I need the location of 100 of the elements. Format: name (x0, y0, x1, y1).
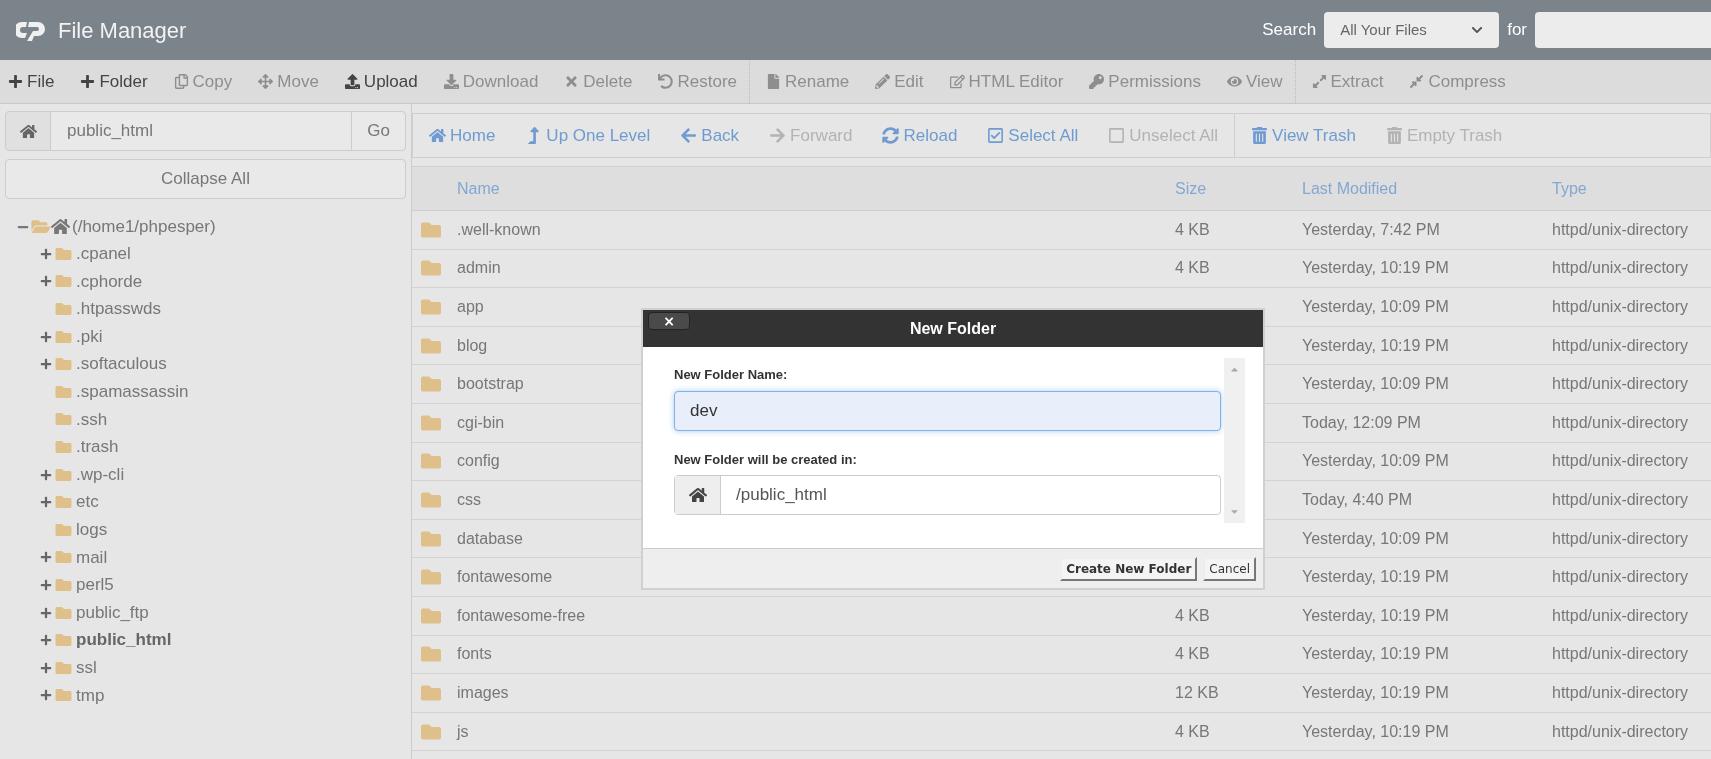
table-cell-text: Yesterday, 10:09 PM (1302, 528, 1450, 549)
table-cell-text: fontawesome-free (457, 605, 586, 626)
table-cell-text: httpd/unix-directory (1552, 451, 1690, 472)
for-label: for (1507, 19, 1527, 42)
search-scope-select[interactable]: All Your Files (1324, 12, 1500, 48)
undo-icon (658, 74, 674, 89)
expand-icon[interactable] (40, 496, 52, 509)
expand-icon[interactable] (40, 275, 52, 288)
expand-icon[interactable] (40, 358, 52, 371)
folder-name-field[interactable]: dev (674, 390, 1221, 431)
tree-item[interactable]: perl5 (76, 572, 114, 598)
tree-item[interactable]: public_ftp (76, 599, 149, 626)
tree-item[interactable]: .cpanel (76, 241, 131, 267)
table-cell-text: httpd/unix-directory (1552, 567, 1690, 588)
toolbar-button[interactable]: Folder (80, 68, 148, 95)
expand-icon[interactable] (40, 689, 52, 702)
toolbar-button[interactable]: Upload (344, 68, 418, 95)
tree-item[interactable]: logs (76, 517, 108, 543)
home-button[interactable] (5, 111, 51, 151)
path-field[interactable]: public_html (51, 111, 351, 151)
folder-icon (31, 218, 51, 235)
tree-item[interactable]: ssl (76, 654, 97, 681)
close-button[interactable]: × (648, 312, 690, 330)
column-header[interactable]: Name (457, 176, 1175, 201)
table-cell-text: blog (457, 335, 488, 356)
column-header[interactable]: Last Modified (1302, 176, 1552, 201)
folder-icon (419, 567, 443, 588)
location-field[interactable]: /public_html (674, 475, 1221, 515)
trash-icon (1385, 127, 1403, 144)
tree-item[interactable]: .spamassassin (76, 379, 189, 405)
nav-button[interactable]: Back (680, 122, 740, 149)
nav-button[interactable]: View Trash (1251, 122, 1356, 149)
table-cell-text: Yesterday, 10:19 PM (1302, 644, 1450, 665)
nav-button[interactable]: Select All (987, 122, 1079, 149)
folder-icon (54, 521, 73, 538)
column-header[interactable]: Type (1552, 176, 1711, 201)
nav-button[interactable]: Home (429, 122, 496, 149)
table-cell-text: httpd/unix-directory (1552, 335, 1690, 356)
expand-icon[interactable] (40, 661, 52, 674)
download-icon (443, 74, 459, 89)
table-cell-text: fontawesome (457, 567, 553, 588)
expand-icon[interactable] (40, 551, 52, 564)
expand-icon[interactable] (40, 468, 52, 481)
search-field[interactable] (1535, 12, 1711, 48)
checked-box-icon (987, 127, 1005, 144)
toolbar-button[interactable]: File (8, 68, 55, 95)
nav-button[interactable]: Up One Level (525, 122, 651, 149)
folder-icon (419, 451, 443, 472)
tree-item[interactable]: .htpasswds (76, 296, 162, 322)
folder-icon (54, 301, 73, 317)
table-cell-text: httpd/unix-directory (1552, 412, 1690, 433)
tree-item[interactable]: etc (76, 489, 99, 515)
expand-icon[interactable] (40, 247, 52, 260)
table-cell-text: httpd/unix-directory (1552, 219, 1690, 240)
table-cell-text: cgi-bin (457, 412, 505, 433)
table-cell: 4 KB (1175, 645, 1210, 663)
folder-icon (54, 659, 73, 676)
folder-icon (54, 494, 73, 511)
table-cell-text: Yesterday, 10:09 PM (1302, 297, 1450, 317)
go-button[interactable]: Go (351, 111, 406, 151)
tree-item[interactable]: .cphorde (76, 268, 143, 295)
folder-icon (419, 374, 443, 395)
column-header[interactable]: Size (1175, 176, 1302, 201)
table-cell-text: images (457, 682, 509, 703)
tree-item[interactable]: public_html (76, 627, 172, 653)
expand-icon[interactable] (40, 606, 52, 619)
tree-item[interactable]: .trash (76, 434, 119, 460)
table-cell-text: .well-known (457, 219, 541, 240)
tree-item[interactable]: .pki (76, 323, 103, 350)
tree-item[interactable]: .wp-cli (76, 461, 125, 488)
expand-icon[interactable] (40, 330, 52, 343)
tree-item[interactable]: tmp (76, 682, 105, 709)
dialog-button[interactable]: Create New Folder (1060, 556, 1198, 581)
dialog-title: New Folder (909, 318, 997, 339)
nav-button[interactable]: Reload (882, 122, 958, 149)
table-cell-text: Yesterday, 10:19 PM (1302, 721, 1450, 742)
table-cell-text: httpd/unix-directory (1552, 258, 1690, 279)
folder-icon (54, 383, 73, 400)
trash-icon (1251, 127, 1269, 144)
tree-item[interactable]: mail (76, 544, 108, 571)
table-cell: 4 KB (1175, 606, 1210, 624)
tree-item[interactable]: .ssh (76, 406, 108, 433)
dialog-button[interactable]: Cancel (1203, 556, 1256, 581)
collapse-all-button[interactable]: Collapse All (5, 159, 406, 199)
table-cell-text: admin (457, 258, 501, 279)
tree-item[interactable]: .softaculous (76, 351, 167, 377)
folder-icon (54, 549, 73, 566)
expand-icon[interactable] (40, 578, 52, 591)
tree-item[interactable]: (/home1/phpesper) (72, 213, 216, 240)
expand-icon (1311, 74, 1327, 89)
empty-box-icon (1108, 127, 1126, 144)
file-icon (766, 74, 781, 89)
field-label: New Folder Name: (674, 366, 789, 384)
folder-icon (54, 245, 73, 262)
search-label: Search (1262, 19, 1317, 42)
home-icon (19, 122, 37, 140)
table-cell-text: Yesterday, 7:42 PM (1302, 219, 1441, 240)
expand-icon[interactable] (40, 634, 52, 647)
table-cell-text: Yesterday, 10:19 PM (1302, 682, 1450, 703)
folder-icon (54, 328, 73, 345)
